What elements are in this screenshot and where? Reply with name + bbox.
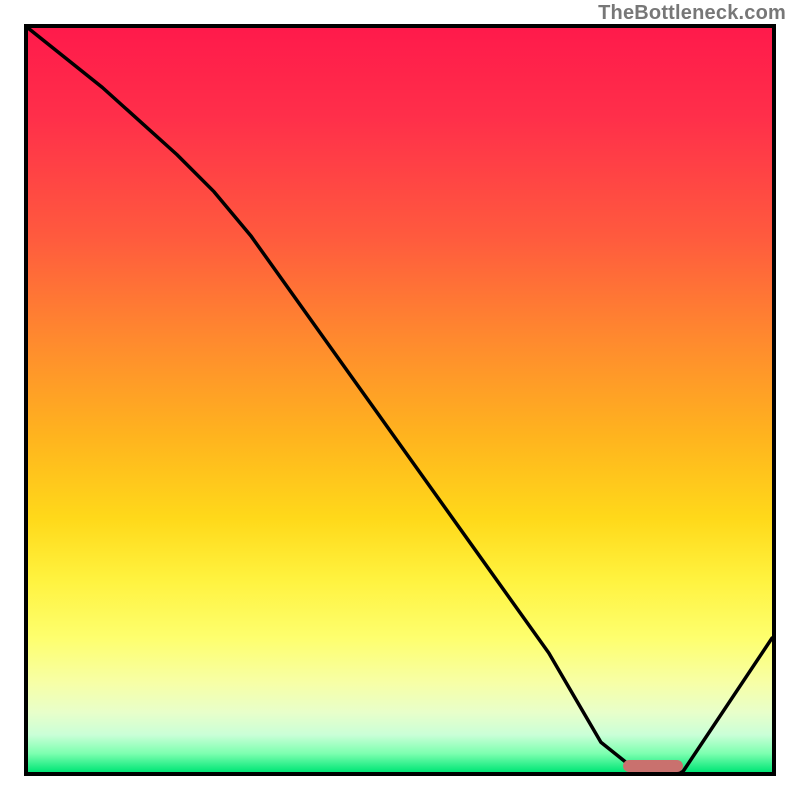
bottleneck-curve [28,28,772,772]
attribution-label: TheBottleneck.com [598,2,786,25]
chart-container: TheBottleneck.com [0,0,800,800]
optimal-range-marker [623,760,683,772]
plot-area [24,24,776,776]
